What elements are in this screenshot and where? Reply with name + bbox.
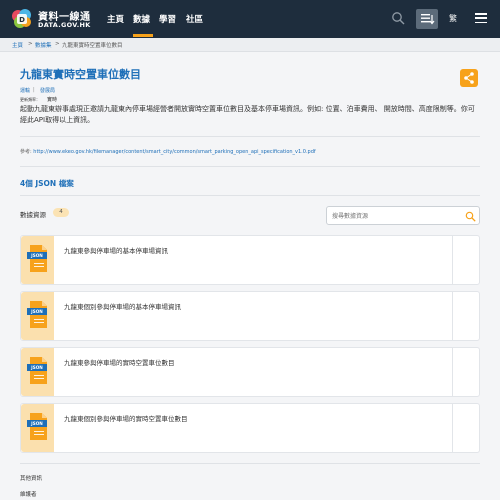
resource-title[interactable]: 九龍東參與停車場的實時空置車位數目 bbox=[64, 357, 175, 367]
update-frequency-label: 更新頻率： bbox=[20, 97, 40, 102]
file-lines bbox=[34, 375, 44, 381]
nav-item-community[interactable]: 社區 bbox=[186, 13, 203, 25]
provider-link[interactable]: 發展局 bbox=[40, 87, 55, 94]
divider bbox=[20, 166, 480, 167]
resource-title[interactable]: 九龍東個別參與停車場的基本停車場資訊 bbox=[64, 301, 181, 311]
file-format-tag: JSON bbox=[27, 420, 47, 427]
breadcrumb: 主頁 > 數據集 > 九龍東實時空置車位數目 bbox=[0, 38, 500, 52]
resource-card[interactable]: JSON 九龍東參與停車場的實時空置車位數目 bbox=[20, 347, 480, 397]
nav-item-learn[interactable]: 學習 bbox=[159, 13, 176, 25]
reference-label: 參考: bbox=[20, 149, 32, 155]
resources-count-badge: 4 bbox=[53, 208, 69, 217]
card-divider bbox=[452, 348, 453, 396]
dataset-description: 起動九龍東辦事處現正邀請九龍東內停車場經營者開放實時空置車位數目及基本停車場資訊… bbox=[20, 105, 475, 124]
divider bbox=[20, 463, 480, 464]
file-format-tag: JSON bbox=[27, 308, 47, 315]
resource-title[interactable]: 九龍東個別參與停車場的實時空置車位數目 bbox=[64, 413, 188, 423]
maintainer-label: 維護者 bbox=[20, 492, 37, 498]
file-lines bbox=[34, 263, 44, 269]
reference: 參考: http://www.ekeo.gov.hk/filemanager/c… bbox=[20, 148, 316, 155]
breadcrumb-separator: > bbox=[28, 41, 33, 47]
card-divider bbox=[452, 236, 453, 284]
resources-label: 數據資源 bbox=[20, 211, 46, 219]
resource-card[interactable]: JSON 九龍東個別參與停車場的實時空置車位數目 bbox=[20, 403, 480, 453]
breadcrumb-datasets[interactable]: 數據集 bbox=[35, 41, 52, 49]
divider bbox=[20, 195, 480, 196]
file-thumbnail: JSON bbox=[21, 348, 54, 396]
card-divider bbox=[452, 404, 453, 452]
search-icon[interactable] bbox=[391, 11, 405, 25]
data-request-button[interactable] bbox=[416, 9, 438, 29]
breadcrumb-home[interactable]: 主頁 bbox=[12, 41, 23, 49]
hamburger-menu-icon[interactable] bbox=[475, 13, 487, 24]
breadcrumb-separator: > bbox=[55, 41, 60, 47]
file-format-tag: JSON bbox=[27, 252, 47, 259]
nav-item-home[interactable]: 主頁 bbox=[107, 13, 124, 25]
file-lines bbox=[34, 319, 44, 325]
resource-card[interactable]: JSON 九龍東參與停車場的基本停車場資訊 bbox=[20, 235, 480, 285]
divider bbox=[20, 136, 480, 137]
share-icon bbox=[464, 72, 474, 84]
nav-active-indicator bbox=[133, 34, 153, 37]
file-fold bbox=[42, 357, 47, 362]
card-divider bbox=[452, 292, 453, 340]
breadcrumb-current: 九龍東實時空置車位數目 bbox=[62, 43, 123, 49]
nav-item-data[interactable]: 數據 bbox=[133, 13, 150, 25]
file-lines bbox=[34, 431, 44, 437]
top-navbar: D 資料一線通 DATA.GOV.HK 主頁 數據 學習 社區 繁 bbox=[0, 0, 500, 38]
search-icon[interactable] bbox=[465, 211, 476, 222]
page-title: 九龍東實時空置車位數目 bbox=[20, 68, 141, 81]
file-thumbnail: JSON bbox=[21, 404, 54, 452]
resource-title[interactable]: 九龍東參與停車場的基本停車場資訊 bbox=[64, 245, 168, 255]
file-thumbnail: JSON bbox=[21, 236, 54, 284]
file-format-tag: JSON bbox=[27, 364, 47, 371]
svg-text:D: D bbox=[19, 16, 25, 24]
resource-card[interactable]: JSON 九龍東個別參與停車場的基本停車場資訊 bbox=[20, 291, 480, 341]
share-button[interactable] bbox=[460, 69, 478, 87]
meta-separator: | bbox=[33, 87, 35, 93]
data-gov-hk-logo-icon[interactable]: D bbox=[10, 7, 34, 31]
file-fold bbox=[42, 413, 47, 418]
update-frequency-value: 實時 bbox=[47, 97, 58, 103]
file-thumbnail: JSON bbox=[21, 292, 54, 340]
other-info-heading: 其他資訊 bbox=[20, 476, 43, 482]
brand-name-en: DATA.GOV.HK bbox=[38, 21, 91, 29]
resource-search-box bbox=[326, 206, 480, 225]
resource-search-input[interactable] bbox=[332, 210, 452, 222]
file-fold bbox=[42, 301, 47, 306]
json-file-count: 4個 JSON 檔案 bbox=[20, 179, 74, 188]
list-sort-icon bbox=[421, 14, 435, 25]
category-link[interactable]: 運輸 bbox=[20, 87, 30, 94]
file-fold bbox=[42, 245, 47, 250]
reference-link[interactable]: http://www.ekeo.gov.hk/filemanager/conte… bbox=[33, 149, 315, 155]
language-switch[interactable]: 繁 bbox=[449, 13, 457, 24]
